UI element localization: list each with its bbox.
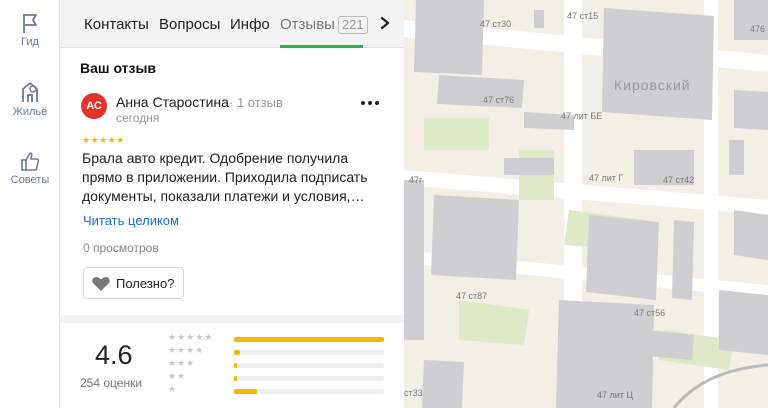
rating-row-stars: ★★★ xyxy=(168,358,196,368)
map-label: 47 ст76 xyxy=(483,95,515,105)
reviewer-name[interactable]: Анна Старостина xyxy=(116,94,229,110)
map-view[interactable]: 47 ст30 47 ст15 476 47 ст76 47 лит БЕ 47… xyxy=(404,0,768,408)
rating-bar-fill xyxy=(234,376,237,381)
tab-reviews[interactable]: Отзывы 221 xyxy=(280,16,368,34)
more-options-icon[interactable] xyxy=(358,96,382,110)
reviewer-review-count: · 1 отзыв xyxy=(229,95,283,110)
rating-bar-fill xyxy=(234,337,384,342)
rating-bar-track xyxy=(234,350,384,355)
review-date: сегодня xyxy=(116,111,160,125)
left-rail: Гид Жильё Советы xyxy=(0,0,60,408)
rail-item-guide[interactable]: Гид xyxy=(0,12,60,48)
tab-info[interactable]: Инфо xyxy=(230,16,270,33)
map-canvas xyxy=(404,0,768,408)
rating-bar-track xyxy=(234,337,384,342)
useful-button[interactable]: Полезно? xyxy=(83,267,184,299)
building-icon xyxy=(22,82,38,102)
rating-row-stars: ★★★★ xyxy=(168,345,205,355)
rating-row-stars: ★★★★★ xyxy=(168,332,214,342)
thumbs-up-icon xyxy=(21,152,40,171)
rating-row: ★★★★★ xyxy=(168,332,388,344)
map-label: 47 лит Ц xyxy=(597,390,634,400)
review-stars: ★★★★★ xyxy=(82,135,125,145)
map-label: 47 лит БЕ xyxy=(561,111,603,121)
map-label: 47 ст87 xyxy=(456,291,488,301)
rating-row: ★★★ xyxy=(168,358,388,370)
tab-bar: Контакты Вопросы Инфо Отзывы 221 xyxy=(60,0,404,48)
map-label: 47 лит Г xyxy=(589,173,624,183)
review-text: Брала авто кредит. Одобрение получила пр… xyxy=(82,150,368,204)
rating-bar-fill xyxy=(234,350,240,355)
useful-label: Полезно? xyxy=(116,276,175,291)
tab-contacts[interactable]: Контакты xyxy=(84,16,149,33)
map-label: 47 ст30 xyxy=(480,19,512,29)
rating-count: 254 оценки xyxy=(80,376,143,390)
map-label: 47г xyxy=(409,175,423,185)
reviews-count-badge: 221 xyxy=(337,16,368,34)
rail-item-label: Жильё xyxy=(12,106,48,118)
rail-item-tips[interactable]: Советы xyxy=(0,150,60,186)
place-panel: Контакты Вопросы Инфо Отзывы 221 Ваш отзы… xyxy=(60,0,404,408)
tab-questions[interactable]: Вопросы xyxy=(159,16,220,33)
map-label: 476 xyxy=(750,24,766,34)
rating-bar-track xyxy=(234,389,384,394)
flag-icon xyxy=(23,14,37,33)
rating-row: ★ xyxy=(168,384,388,396)
rail-item-housing[interactable]: Жильё xyxy=(0,80,60,118)
rating-row-stars: ★★ xyxy=(168,371,187,381)
map-label: 47 ст42 xyxy=(663,175,695,185)
rating-row: ★★ xyxy=(168,371,388,383)
heart-icon xyxy=(92,277,110,291)
map-label: ст33 xyxy=(404,388,423,398)
rail-item-label: Гид xyxy=(21,36,39,48)
rating-row-stars: ★ xyxy=(168,384,178,394)
map-label: 47 ст56 xyxy=(634,308,666,318)
chevron-right-icon[interactable] xyxy=(376,13,394,33)
rating-row: ★★★★ xyxy=(168,345,388,357)
read-more-link[interactable]: Читать целиком xyxy=(83,213,179,228)
rating-bar-track xyxy=(234,376,384,381)
rating-bar-fill xyxy=(234,389,257,394)
rail-item-label: Советы xyxy=(10,174,50,186)
avatar[interactable]: АС xyxy=(81,93,107,119)
rating-bar-fill xyxy=(234,363,237,368)
active-tab-indicator xyxy=(280,45,363,48)
section-divider xyxy=(60,315,404,323)
district-label: Кировский xyxy=(614,77,691,93)
rating-bar-track xyxy=(234,363,384,368)
tab-reviews-label: Отзывы xyxy=(280,16,335,33)
rating-value: 4.6 xyxy=(95,340,133,370)
views-count: 0 просмотров xyxy=(83,241,159,255)
section-title: Ваш отзыв xyxy=(80,60,157,76)
map-label: 47 ст15 xyxy=(567,11,599,21)
